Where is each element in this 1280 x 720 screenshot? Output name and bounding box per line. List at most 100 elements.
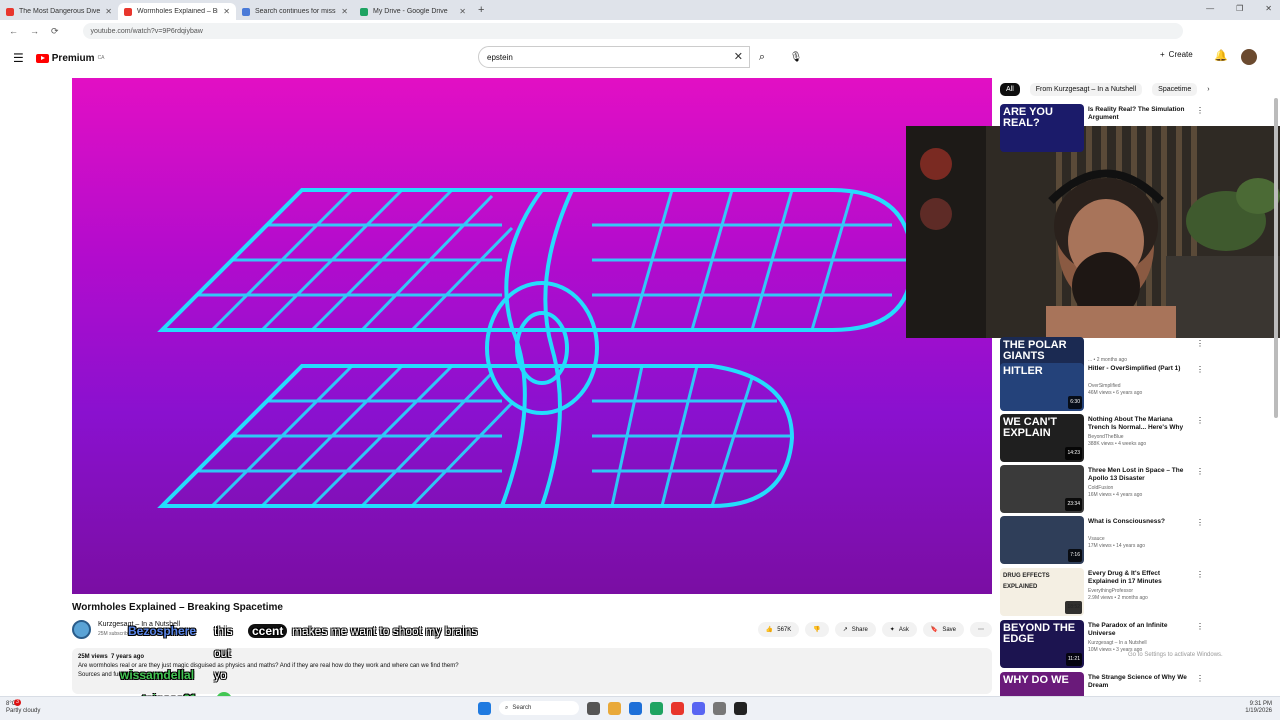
create-button[interactable]: + Create [1160,50,1193,59]
related-video-title[interactable]: Nothing About The Mariana Trench Is Norm… [1088,416,1188,432]
browser-tab[interactable]: Search continues for missing Ki ✕ [236,3,354,20]
more-vert-icon[interactable]: ⋮ [1196,106,1204,115]
related-video-item[interactable]: DRUG EFFECTS EXPLAINED 18:52 Every Drug & … [1000,568,1204,616]
chip-from-channel[interactable]: From Kurzgesagt – In a Nutshell [1029,82,1143,96]
streamer-webcam-overlay [906,126,1280,338]
scrollbar-thumb[interactable] [1274,98,1278,418]
save-button[interactable]: 🔖 Save [922,622,964,637]
related-video-item[interactable]: HITLER 6:30 Hitler - OverSimplified (Part … [1000,363,1204,411]
user-avatar[interactable] [1241,49,1257,65]
more-vert-icon[interactable]: ⋮ [1196,570,1204,579]
share-button[interactable]: ↗ Share [834,622,876,637]
dislike-button[interactable]: 👎 [805,622,829,637]
ask-button[interactable]: ✦ Ask [881,622,917,637]
video-thumbnail[interactable]: DRUG EFFECTS EXPLAINED 18:52 [1000,568,1084,616]
weather-description: Partly cloudy [6,708,41,714]
new-tab-icon[interactable]: + [478,4,484,16]
obs-icon[interactable] [734,701,747,715]
close-tab-icon[interactable]: ✕ [341,7,348,16]
browser-tab[interactable]: My Drive - Google Drive ✕ [354,3,472,20]
related-video-title[interactable]: Is Reality Real? The Simulation Argument [1088,106,1188,122]
youtube-logo[interactable]: Premium CA [35,53,105,64]
search-input[interactable]: epstein ✕ [478,46,750,68]
notifications-bell-icon[interactable]: 🔔 [1214,49,1228,62]
related-video-title[interactable]: Every Drug & It's Effect Explained in 17… [1088,570,1188,586]
video-thumbnail[interactable]: 7:16 [1000,516,1084,564]
video-thumbnail[interactable]: 23:34 [1000,465,1084,513]
related-video-item[interactable]: 7:16 What is Consciousness? Vsauce 17M vie… [1000,516,1204,564]
weather-widget[interactable]: 8°C Partly cloudy [6,701,40,715]
notification-badge: 3 [14,699,21,706]
chat-username: Bezosphere [128,624,197,638]
video-thumbnail[interactable]: BEYOND THE EDGE 11:21 [1000,620,1084,668]
more-actions-button[interactable]: ⋯ [970,622,992,637]
back-icon[interactable]: ← [9,26,18,37]
forward-icon[interactable]: → [30,26,39,37]
menu-icon[interactable]: ☰ [13,51,24,65]
more-vert-icon[interactable]: ⋮ [1196,622,1204,631]
view-count: 25M views [78,654,108,660]
taskbar-search[interactable]: ⌕ Search [499,701,579,715]
related-video-title[interactable]: The Strange Science of Why We Dream [1088,674,1188,690]
more-vert-icon[interactable]: ⋮ [1196,518,1204,527]
create-label: Create [1168,50,1193,59]
more-vert-icon[interactable]: ⋮ [1196,416,1204,425]
related-video-title[interactable]: Three Men Lost in Space – The Apollo 13 … [1088,467,1188,483]
discord-icon[interactable] [692,701,705,715]
video-thumbnail[interactable]: WE CAN'T EXPLAIN 14:23 [1000,414,1084,462]
task-view-icon[interactable] [587,701,600,715]
url-text: youtube.com/watch?v=9P6rdqiybaw [90,27,203,35]
more-vert-icon[interactable]: ⋮ [1196,365,1204,374]
edge-icon[interactable] [629,701,642,715]
system-clock[interactable]: 9:31 PM 1/19/2026 [1245,701,1272,715]
channel-avatar[interactable] [72,620,91,639]
reload-icon[interactable]: ⟳ [51,26,59,37]
url-field[interactable]: youtube.com/watch?v=9P6rdqiybaw [82,23,1183,39]
channel-row: Kurzgesagt – In a Nutshell 25M subscribe… [72,620,992,640]
like-button[interactable]: 👍 567K [757,622,800,637]
video-thumbnail[interactable]: ARE YOU REAL? [1000,104,1084,152]
video-thumbnail[interactable]: HITLER 6:30 [1000,363,1084,411]
video-player[interactable] [72,78,992,594]
settings-icon[interactable] [713,701,726,715]
tab-title: My Drive - Google Drive [373,8,448,15]
page-scrollbar[interactable] [1272,78,1280,698]
close-window-icon[interactable]: ✕ [1265,4,1272,13]
more-vert-icon[interactable]: ⋮ [1196,467,1204,476]
minimize-icon[interactable]: — [1206,4,1214,13]
activation-watermark: Go to Settings to activate Windows. [1128,652,1223,658]
chip-topic[interactable]: Spacetime [1152,82,1198,96]
voice-search-button[interactable]: 🎙 [787,46,805,68]
more-vert-icon[interactable]: ⋮ [1196,674,1204,683]
video-actions: 👍 567K 👎 ↗ Share ✦ Ask 🔖 Save ⋯ [757,622,992,637]
more-vert-icon[interactable]: ⋮ [1196,339,1204,348]
tab-title: Search continues for missing Ki [255,8,336,15]
related-video-item[interactable]: BEYOND THE EDGE 11:21 The Paradox of an In… [1000,620,1204,668]
browser-tab[interactable]: The Most Dangerous Dive Site ✕ [0,3,118,20]
related-video-item[interactable]: 23:34 Three Men Lost in Space – The Apoll… [1000,465,1204,513]
save-label: Save [942,626,956,633]
maximize-icon[interactable]: ❐ [1236,4,1243,13]
app-icon[interactable] [650,701,663,715]
related-video-title[interactable]: Hitler - OverSimplified (Part 1) [1088,365,1188,373]
close-tab-icon[interactable]: ✕ [223,7,230,16]
video-title: Wormholes Explained – Breaking Spacetime [72,602,283,613]
related-video-item[interactable]: WE CAN'T EXPLAIN 14:23 Nothing About The M… [1000,414,1204,462]
file-explorer-icon[interactable] [608,701,621,715]
video-description[interactable]: 25M views 7 years ago Are wormholes real… [72,648,992,694]
browser-tab-active[interactable]: Wormholes Explained – Breaki ✕ [118,3,236,20]
chevron-right-icon[interactable]: › [1207,86,1209,93]
clear-search-icon[interactable]: ✕ [734,50,743,63]
related-video-title[interactable]: What is Consciousness? [1088,518,1188,526]
close-tab-icon[interactable]: ✕ [459,7,466,16]
related-video-item[interactable]: ARE YOU REAL? Is Reality Real? The Simula… [1000,104,1204,152]
chrome-icon[interactable] [671,701,684,715]
windows-start-icon[interactable] [478,701,491,715]
chip-all[interactable]: All [1000,82,1020,96]
search-button[interactable]: ⌕ [750,46,774,68]
share-label: Share [851,626,868,633]
youtube-header: ☰ Premium CA epstein ✕ ⌕ 🎙 + Create 🔔 [0,42,1280,74]
recommendation-chips: All From Kurzgesagt – In a Nutshell Spac… [1000,80,1210,98]
close-tab-icon[interactable]: ✕ [105,7,112,16]
related-video-title[interactable]: The Paradox of an Infinite Universe [1088,622,1188,638]
